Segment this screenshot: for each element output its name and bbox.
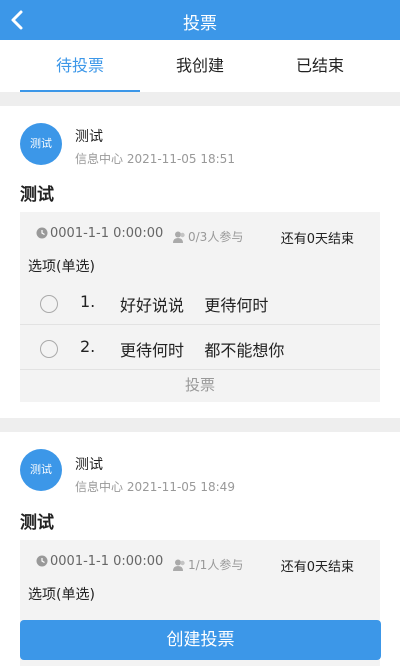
post-meta: 信息中心 2021-11-05 18:49 [75, 480, 235, 494]
page-title: 投票 [183, 14, 217, 34]
vote-card: 测试 测试 信息中心 2021-11-05 18:51 测试 0001-1-1 … [0, 106, 400, 418]
tab-ended[interactable]: 已结束 [260, 40, 380, 92]
vote-title: 测试 [20, 513, 54, 533]
vote-title: 测试 [20, 185, 54, 205]
person-icon [173, 231, 185, 243]
vote-time: 0001-1-1 0:00:00 [36, 226, 163, 241]
tab-bar: 待投票 我创建 已结束 [0, 40, 400, 92]
option-number: 1. [80, 292, 96, 311]
active-tab-indicator [20, 90, 140, 92]
avatar: 测试 [20, 449, 62, 491]
create-vote-button[interactable]: 创建投票 [20, 620, 381, 660]
avatar: 测试 [20, 123, 62, 165]
clock-icon [36, 555, 48, 567]
vote-time: 0001-1-1 0:00:00 [36, 554, 163, 569]
option-type-label: 选项(单选) [28, 587, 95, 603]
radio-button[interactable] [40, 340, 58, 358]
person-icon [173, 559, 185, 571]
clock-icon [36, 227, 48, 239]
vote-panel: 0001-1-1 0:00:00 0/3人参与 还有0天结束 选项(单选) 1.… [20, 212, 380, 402]
top-bar: 投票 [0, 0, 400, 40]
tab-my-created[interactable]: 我创建 [140, 40, 260, 92]
post-meta: 信息中心 2021-11-05 18:51 [75, 152, 235, 166]
tab-pending-votes[interactable]: 待投票 [20, 40, 140, 92]
option-type-label: 选项(单选) [28, 259, 95, 275]
remaining-time: 还有0天结束 [280, 560, 354, 575]
vote-time-text: 0001-1-1 0:00:00 [50, 554, 164, 569]
option-number: 2. [80, 337, 96, 356]
remaining-time: 还有0天结束 [280, 232, 354, 247]
vote-option[interactable]: 1. 好好说说 更待何时 [20, 280, 380, 324]
participants: 1/1人参与 [173, 556, 243, 573]
vote-option[interactable]: 2. 更待何时 都不能想你 [20, 325, 380, 369]
vote-button[interactable]: 投票 [20, 369, 380, 402]
author-name: 测试 [75, 457, 103, 473]
participants: 0/3人参与 [173, 228, 243, 245]
author-name: 测试 [75, 129, 103, 145]
radio-button[interactable] [40, 295, 58, 313]
option-text: 好好说说 更待何时 [120, 296, 269, 315]
participants-text: 1/1人参与 [188, 558, 244, 572]
participants-text: 0/3人参与 [188, 230, 244, 244]
vote-time-text: 0001-1-1 0:00:00 [50, 226, 164, 241]
option-text: 更待何时 都不能想你 [120, 341, 285, 360]
